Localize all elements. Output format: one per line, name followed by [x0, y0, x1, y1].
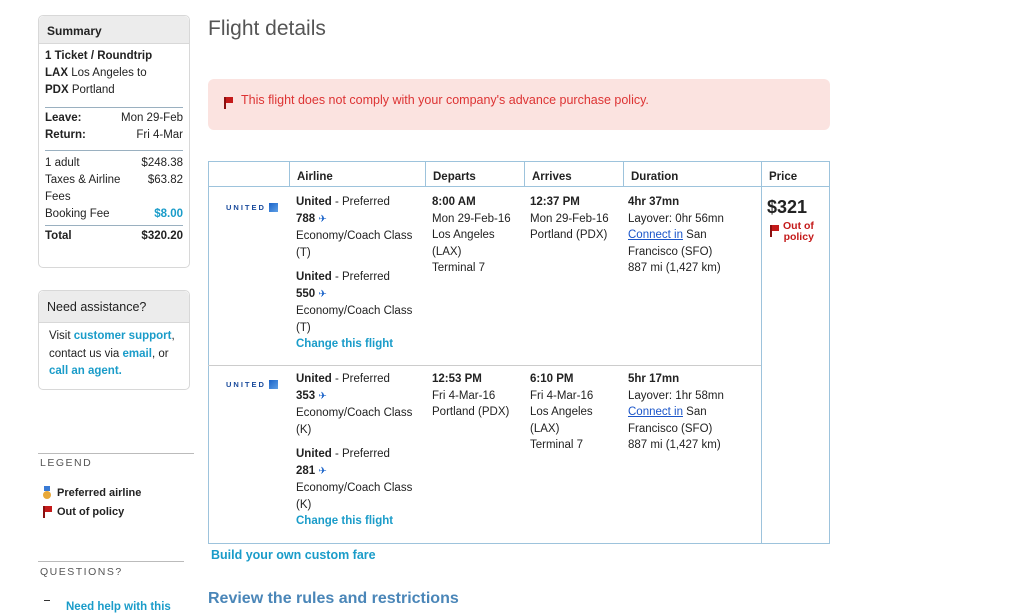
price: $321	[767, 197, 808, 217]
questions-title: QUESTIONS?	[40, 566, 123, 578]
page-title: Flight details	[208, 17, 326, 40]
review-rules-heading[interactable]: Review the rules and restrictions	[208, 590, 459, 608]
united-logo: UNITED	[226, 203, 278, 212]
out-of-policy-badge: Out of policy	[769, 221, 814, 243]
customer-support-link[interactable]: customer support	[74, 330, 172, 342]
outbound-airline: United - Preferred 788 ✈ Economy/Coach C…	[296, 194, 421, 353]
assistance-panel: Need assistance? Visit customer support,…	[38, 290, 190, 390]
col-logo	[208, 161, 290, 187]
col-duration: Duration	[623, 161, 762, 187]
plane-icon: ✈	[318, 465, 327, 477]
outbound-duration: 4hr 37mn Layover: 0hr 56mn Connect in Sa…	[628, 196, 724, 274]
total-row: Total $320.20	[45, 230, 183, 242]
questions-divider	[38, 561, 184, 562]
call-agent-link[interactable]: call an agent.	[49, 365, 122, 377]
policy-alert: This flight does not comply with your co…	[208, 79, 830, 130]
flag-icon	[42, 506, 52, 518]
plane-icon: ✈	[318, 288, 327, 300]
connect-in-link[interactable]: Connect in	[628, 229, 683, 241]
origin: LAX Los Angeles to	[45, 67, 147, 79]
booking-fee-link[interactable]: $8.00	[154, 206, 183, 223]
legend-divider	[38, 453, 194, 454]
plane-icon: ✈	[318, 213, 327, 225]
taxes-row: Taxes & Airline Fees $63.82	[45, 174, 183, 203]
inbound-airline: United - Preferred 353 ✈ Economy/Coach C…	[296, 371, 421, 530]
col-arrives: Arrives	[524, 161, 624, 187]
change-outbound-link[interactable]: Change this flight	[296, 336, 421, 353]
col-price: Price	[761, 161, 830, 187]
destination: PDX Portland	[45, 84, 115, 96]
help-link[interactable]: Need help with this	[66, 601, 171, 613]
leave-row: Leave: Mon 29-Feb	[45, 112, 183, 124]
united-logo: UNITED	[226, 380, 278, 389]
change-inbound-link[interactable]: Change this flight	[296, 513, 421, 530]
booking-row: Booking Fee $8.00	[45, 206, 183, 223]
custom-fare-link[interactable]: Build your own custom fare	[211, 548, 376, 562]
ticket-type: 1 Ticket / Roundtrip	[45, 50, 153, 62]
inbound-arrives: 6:10 PM Fri 4-Mar-16 Los Angeles (LAX) T…	[530, 373, 594, 451]
summary-panel: Summary 1 Ticket / Roundtrip LAX Los Ang…	[38, 15, 190, 268]
flag-icon	[769, 225, 779, 237]
email-link[interactable]: email	[123, 348, 152, 360]
legend-out-of-policy: Out of policy	[42, 506, 124, 518]
legend-preferred: Preferred airline	[42, 486, 141, 500]
return-row: Return: Fri 4-Mar	[45, 129, 183, 141]
policy-alert-text: This flight does not comply with your co…	[241, 93, 649, 107]
connect-in-link[interactable]: Connect in	[628, 406, 683, 418]
summary-title: Summary	[39, 16, 189, 44]
assistance-title: Need assistance?	[39, 291, 189, 323]
col-airline: Airline	[289, 161, 426, 187]
legend-title: LEGEND	[40, 457, 93, 469]
flag-icon	[223, 97, 233, 109]
outbound-arrives: 12:37 PM Mon 29-Feb-16 Portland (PDX)	[530, 196, 609, 241]
bullet-icon	[44, 600, 50, 601]
medal-icon	[43, 486, 51, 499]
inbound-duration: 5hr 17mn Layover: 1hr 58mn Connect in Sa…	[628, 373, 724, 451]
inbound-departs: 12:53 PM Fri 4-Mar-16 Portland (PDX)	[432, 373, 510, 418]
adult-row: 1 adult $248.38	[45, 157, 183, 169]
col-departs: Departs	[425, 161, 525, 187]
outbound-departs: 8:00 AM Mon 29-Feb-16 Los Angeles (LAX) …	[432, 196, 511, 274]
united-globe-icon	[268, 380, 278, 389]
united-globe-icon	[268, 203, 278, 212]
plane-icon: ✈	[318, 390, 327, 402]
